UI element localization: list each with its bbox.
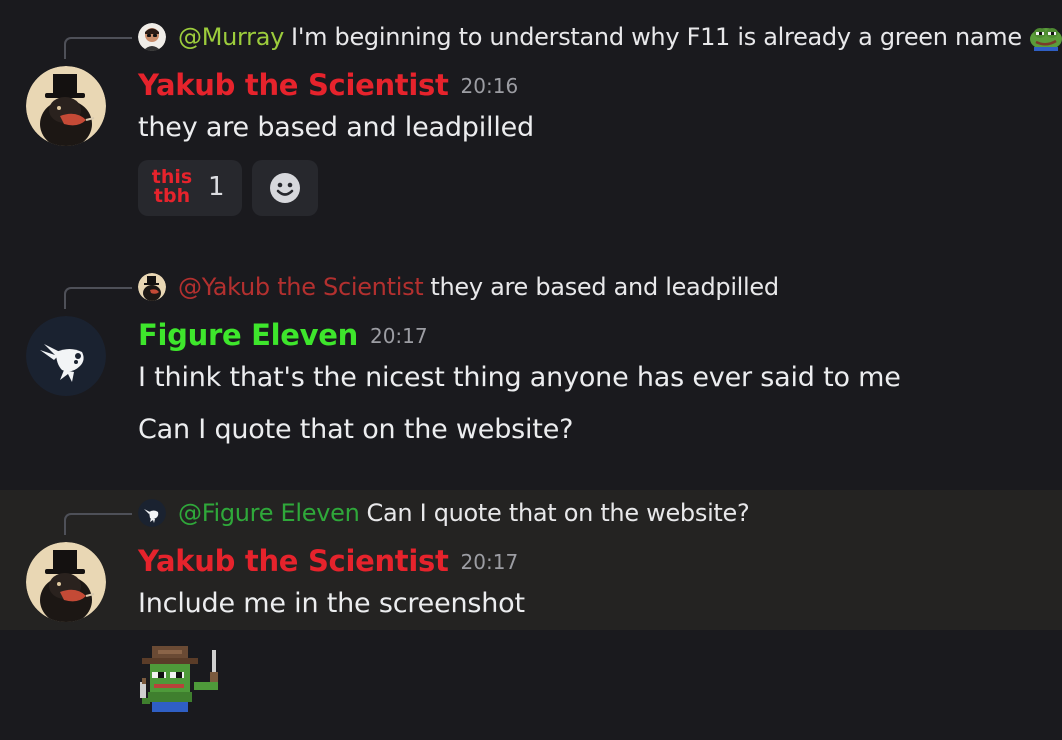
reply-avatar (138, 499, 166, 527)
reply-snippet: they are based and leadpilled (430, 273, 779, 301)
author-name[interactable]: Yakub the Scientist (138, 544, 449, 578)
reply-avatar (138, 273, 166, 301)
emoji-text-line: tbh (153, 185, 191, 207)
timestamp[interactable]: 20:16 (461, 74, 519, 98)
message-header: Yakub the Scientist 20:16 (138, 68, 518, 103)
reply-reference[interactable]: @Murray I'm beginning to understand why F… (0, 23, 1062, 59)
pepe-smug-emoji (1028, 23, 1062, 57)
message: @Murray I'm beginning to understand why F… (0, 20, 1062, 220)
reply-preview: @Figure Eleven Can I quote that on the we… (178, 499, 750, 527)
chat-message-list: @Murray I'm beginning to understand why F… (0, 0, 1062, 740)
reaction-count: 1 (208, 172, 225, 202)
message-text: Can I quote that on the website? (138, 414, 574, 445)
user-avatar[interactable] (26, 66, 106, 146)
reply-avatar (138, 23, 166, 51)
timestamp[interactable]: 20:17 (370, 324, 428, 348)
reply-snippet: I'm beginning to understand why F11 is a… (291, 23, 1022, 51)
reply-spine (64, 513, 132, 535)
reply-mention[interactable]: @Figure Eleven (178, 499, 360, 527)
user-avatar[interactable] (26, 542, 106, 622)
reply-reference[interactable]: @Yakub the Scientist they are based and l… (0, 273, 1062, 309)
user-avatar[interactable] (26, 316, 106, 396)
reaction-button[interactable]: this tbh 1 (138, 160, 242, 216)
reply-mention[interactable]: @Yakub the Scientist (178, 273, 424, 301)
reply-mention[interactable]: @Murray (178, 23, 284, 51)
reply-preview: @Murray I'm beginning to understand why F… (178, 23, 1062, 57)
message-header: Yakub the Scientist 20:17 (138, 544, 518, 579)
add-reaction-button[interactable] (252, 160, 318, 216)
message-header: Figure Eleven 20:17 (138, 318, 428, 353)
reply-reference[interactable]: @Figure Eleven Can I quote that on the we… (0, 499, 1062, 535)
reply-spine (64, 287, 132, 309)
message-text: Include me in the screenshot (138, 588, 525, 619)
this-tbh-emoji: this tbh (150, 168, 194, 208)
author-name[interactable]: Figure Eleven (138, 318, 358, 352)
smiley-icon (270, 173, 300, 203)
message: @Yakub the Scientist they are based and l… (0, 270, 1062, 470)
pepe-cowboy-sticker[interactable] (138, 642, 234, 718)
message-highlighted: @Figure Eleven Can I quote that on the we… (0, 490, 1062, 630)
timestamp[interactable]: 20:17 (461, 550, 519, 574)
message-text: they are based and leadpilled (138, 112, 534, 143)
reply-snippet: Can I quote that on the website? (366, 499, 750, 527)
author-name[interactable]: Yakub the Scientist (138, 68, 449, 102)
message-text: I think that's the nicest thing anyone h… (138, 362, 901, 393)
reply-preview: @Yakub the Scientist they are based and l… (178, 273, 779, 301)
reply-spine (64, 37, 132, 59)
